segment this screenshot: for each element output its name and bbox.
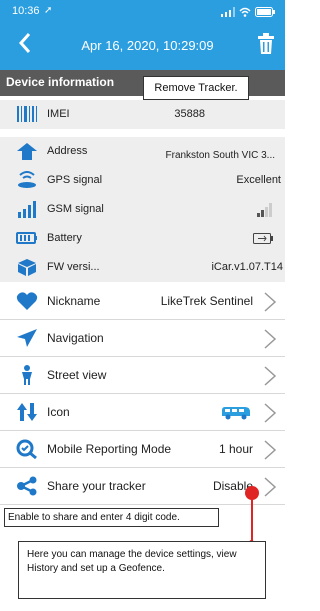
chevron-right-icon bbox=[264, 477, 277, 497]
info-value: 35888 bbox=[174, 108, 205, 120]
info-value: iCar.v1.07.T14 bbox=[211, 261, 283, 273]
status-bar: 10:36 ➚ bbox=[0, 0, 285, 24]
info-row-imei: IMEI 35888 bbox=[0, 100, 285, 130]
setting-share-tracker[interactable]: Share your tracker Disable bbox=[0, 468, 285, 505]
setting-mobile-reporting-mode[interactable]: Mobile Reporting Mode 1 hour bbox=[0, 431, 285, 468]
chevron-left-icon bbox=[18, 33, 31, 53]
info-row-battery: Battery bbox=[0, 224, 285, 254]
setting-navigation[interactable]: Navigation bbox=[0, 320, 285, 357]
gsm-strength-indicator bbox=[257, 203, 272, 217]
gsm-signal-icon bbox=[18, 201, 36, 218]
annotation-pointer-dot bbox=[245, 486, 259, 500]
navigation-icon bbox=[17, 329, 37, 347]
trash-icon bbox=[258, 33, 274, 54]
status-time: 10:36 bbox=[12, 5, 40, 17]
delete-tracker-button[interactable] bbox=[257, 33, 275, 60]
setting-nickname[interactable]: Nickname LikeTrek Sentinel bbox=[0, 283, 285, 320]
setting-label: Nickname bbox=[47, 294, 101, 308]
info-label: GSM signal bbox=[47, 203, 104, 215]
barcode-icon bbox=[17, 106, 37, 122]
annotation-pointer-line bbox=[251, 495, 253, 541]
info-label: FW versi... bbox=[47, 261, 100, 273]
info-label: Battery bbox=[47, 232, 82, 244]
nav-bar: Apr 16, 2020, 10:29:09 bbox=[0, 24, 285, 70]
chevron-right-icon bbox=[264, 329, 277, 349]
battery-icon bbox=[16, 232, 37, 244]
person-icon bbox=[22, 365, 32, 385]
status-icons bbox=[221, 6, 275, 18]
setting-icon[interactable]: Icon bbox=[0, 394, 285, 431]
info-label: Address bbox=[47, 145, 88, 157]
heart-icon bbox=[16, 292, 38, 310]
section-title: Device information bbox=[6, 75, 115, 89]
setting-label: Navigation bbox=[47, 331, 104, 345]
vehicle-icon-preview bbox=[222, 407, 250, 420]
info-row-address: Address Frankston South VIC 3... bbox=[0, 137, 285, 167]
share-tooltip: Enable to share and enter 4 digit code. bbox=[4, 508, 219, 527]
chevron-right-icon bbox=[264, 292, 277, 312]
info-row-gsm: GSM signal bbox=[0, 195, 285, 225]
setting-label: Icon bbox=[47, 405, 70, 419]
setting-label: Mobile Reporting Mode bbox=[47, 442, 172, 456]
house-icon bbox=[17, 143, 37, 160]
back-button[interactable] bbox=[18, 32, 32, 62]
setting-value: 1 hour bbox=[218, 442, 253, 456]
wifi-icon bbox=[239, 7, 251, 17]
setting-street-view[interactable]: Street view bbox=[0, 357, 285, 394]
gps-icon bbox=[18, 171, 36, 188]
location-arrow-icon: ➚ bbox=[44, 5, 53, 16]
share-icon bbox=[17, 476, 37, 496]
info-label: GPS signal bbox=[47, 174, 103, 186]
setting-label: Street view bbox=[47, 368, 107, 382]
cube-icon bbox=[18, 259, 36, 276]
setting-label: Share your tracker bbox=[47, 479, 146, 493]
page-title: Apr 16, 2020, 10:29:09 bbox=[81, 38, 214, 53]
cell-signal-icon bbox=[221, 7, 235, 17]
info-row-gps: GPS signal Excellent bbox=[0, 166, 285, 196]
chevron-right-icon bbox=[264, 366, 277, 386]
remove-tracker-tooltip: Remove Tracker. bbox=[143, 76, 249, 100]
manage-settings-tooltip: Here you can manage the device settings,… bbox=[18, 541, 266, 599]
search-icon bbox=[16, 439, 37, 459]
setting-value: LikeTrek Sentinel bbox=[160, 294, 253, 308]
battery-status-icon bbox=[255, 7, 275, 17]
info-value: Frankston South VIC 3... bbox=[165, 150, 276, 161]
battery-charging-indicator bbox=[253, 233, 273, 244]
info-label: IMEI bbox=[47, 108, 70, 120]
icon-swap-icon bbox=[17, 403, 37, 421]
chevron-right-icon bbox=[264, 440, 277, 460]
chevron-right-icon bbox=[264, 403, 277, 423]
info-value: Excellent bbox=[236, 174, 281, 186]
info-row-firmware: FW versi... iCar.v1.07.T14 bbox=[0, 253, 285, 283]
